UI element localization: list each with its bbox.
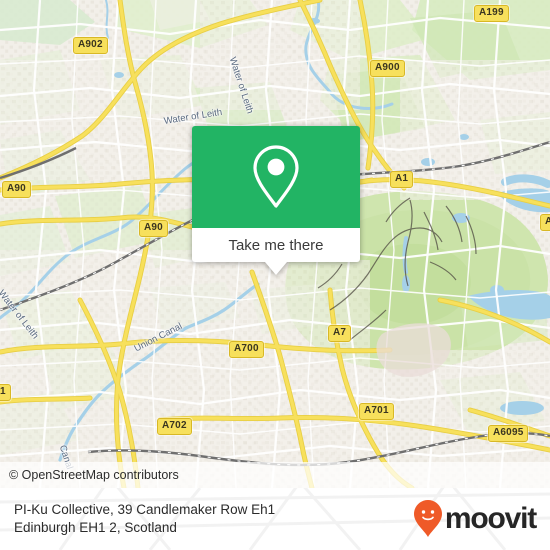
map-pin-icon xyxy=(253,145,299,208)
moovit-wordmark: moovit xyxy=(444,502,537,535)
road-shield-a702: A702 xyxy=(157,418,192,435)
road-shield-a6095: A6095 xyxy=(488,425,529,442)
road-shield-a700: A700 xyxy=(229,341,264,358)
road-shield-a902: A902 xyxy=(73,37,108,54)
road-shield-a701: A701 xyxy=(359,403,394,420)
road-shield-edge-left: 1 xyxy=(0,384,11,401)
road-shield-a1: A1 xyxy=(390,171,414,188)
moovit-logo[interactable]: moovit xyxy=(413,499,550,539)
road-shield-a90-mid: A90 xyxy=(139,220,168,237)
place-address: PI-Ku Collective, 39 Candlemaker Row Eh1… xyxy=(0,501,275,537)
map-attribution[interactable]: © OpenStreetMap contributors xyxy=(0,462,550,488)
location-popup-card[interactable]: Take me there xyxy=(192,126,360,275)
road-shield-a7: A7 xyxy=(328,325,352,342)
popup-cta-area[interactable]: Take me there xyxy=(192,228,360,262)
popup-image-area xyxy=(192,126,360,228)
popup-pointer-tail xyxy=(265,262,287,275)
address-line-1: PI-Ku Collective, 39 Candlemaker Row Eh1 xyxy=(14,502,276,517)
moovit-map-screenshot: A902 A199 A900 A90 A90 A1 A A7 A700 1 A7… xyxy=(0,0,550,550)
attribution-text: © OpenStreetMap contributors xyxy=(9,468,179,482)
road-shield-a90-west: A90 xyxy=(2,181,31,198)
address-line-2: Edinburgh EH1 2, Scotland xyxy=(14,520,177,535)
road-shield-a199: A199 xyxy=(474,5,509,22)
moovit-pin-icon xyxy=(413,500,442,537)
road-shield-a900: A900 xyxy=(370,60,405,77)
road-shield-a-edge: A xyxy=(540,214,550,231)
footer-bar: PI-Ku Collective, 39 Candlemaker Row Eh1… xyxy=(0,488,550,550)
take-me-there-label: Take me there xyxy=(228,236,324,254)
